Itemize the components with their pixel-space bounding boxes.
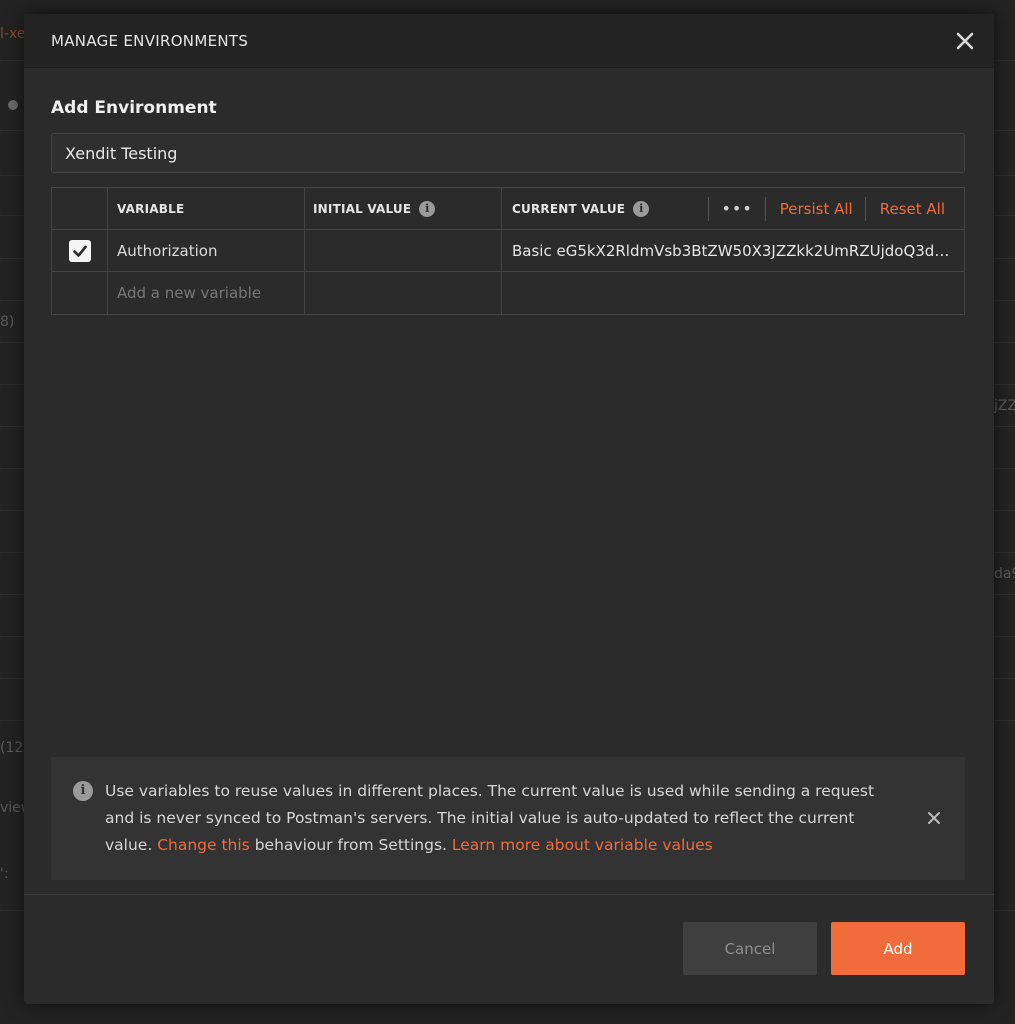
dismiss-notice-icon[interactable] (925, 809, 943, 827)
table-header-row: VARIABLE INITIAL VALUE i CURRENT VALUE i… (52, 188, 964, 230)
learn-more-link[interactable]: Learn more about variable values (452, 836, 713, 854)
info-notice: i Use variables to reuse values in diffe… (51, 757, 965, 880)
header-checkbox-cell (52, 188, 108, 229)
footer-divider (24, 894, 994, 895)
more-options-icon[interactable]: ••• (709, 199, 764, 218)
header-initial-value: INITIAL VALUE i (305, 188, 502, 229)
info-icon: i (73, 781, 93, 801)
add-button[interactable]: Add (831, 922, 965, 975)
manage-environments-modal: MANAGE ENVIRONMENTS Add Environment VARI… (24, 14, 994, 1004)
bg-status-dot (8, 100, 18, 110)
header-initial-value-label: INITIAL VALUE (313, 201, 412, 216)
bg-fragment: l-xe (0, 26, 26, 42)
environment-name-input[interactable] (51, 133, 965, 173)
persist-all-button[interactable]: Persist All (766, 200, 865, 218)
header-current-value-label: CURRENT VALUE (512, 201, 626, 216)
close-icon[interactable] (952, 28, 978, 54)
bg-fragment: 8) (0, 314, 15, 330)
bg-fragment: (12 (0, 740, 24, 756)
modal-title: MANAGE ENVIRONMENTS (51, 32, 249, 50)
table-row: Authorization Basic eG5kX2RldmVsb3BtZW50… (52, 230, 964, 272)
header-variable-label: VARIABLE (117, 201, 185, 216)
reset-all-button[interactable]: Reset All (866, 200, 964, 218)
notice-text-part: behaviour from Settings. (249, 836, 452, 854)
info-icon[interactable]: i (633, 200, 650, 217)
row-checkbox-cell (52, 272, 108, 314)
new-initial-value-cell[interactable] (305, 272, 502, 314)
section-title: Add Environment (51, 98, 217, 118)
change-settings-link[interactable]: Change this (157, 836, 250, 854)
bg-fragment: da9 (994, 566, 1015, 582)
modal-header: MANAGE ENVIRONMENTS (24, 14, 994, 68)
cancel-button[interactable]: Cancel (683, 922, 817, 975)
new-variable-cell[interactable]: Add a new variable (108, 272, 305, 314)
bg-fragment: jZZ (994, 398, 1015, 414)
bg-fragment: ': (0, 866, 9, 882)
header-actions: ••• Persist All Reset All (708, 188, 964, 229)
new-variable-row: Add a new variable (52, 272, 964, 314)
variable-name-cell[interactable]: Authorization (108, 230, 305, 271)
header-variable: VARIABLE (108, 188, 305, 229)
variables-table: VARIABLE INITIAL VALUE i CURRENT VALUE i… (51, 187, 965, 315)
row-checkbox-cell (52, 230, 108, 271)
current-value: Basic eG5kX2RldmVsb3BtZW50X3JZZkk2UmRZUj… (512, 241, 952, 260)
checkmark-icon (72, 245, 87, 257)
new-current-value-cell[interactable] (502, 272, 964, 314)
row-enabled-checkbox[interactable] (68, 239, 91, 262)
current-value-cell[interactable]: Basic eG5kX2RldmVsb3BtZW50X3JZZkk2UmRZUj… (502, 230, 964, 271)
variable-name: Authorization (117, 241, 218, 260)
new-variable-placeholder: Add a new variable (117, 284, 262, 302)
header-current-value: CURRENT VALUE i ••• Persist All Reset Al… (502, 188, 964, 229)
notice-text: Use variables to reuse values in differe… (105, 778, 905, 859)
initial-value-cell[interactable] (305, 230, 502, 271)
info-icon[interactable]: i (419, 200, 436, 217)
